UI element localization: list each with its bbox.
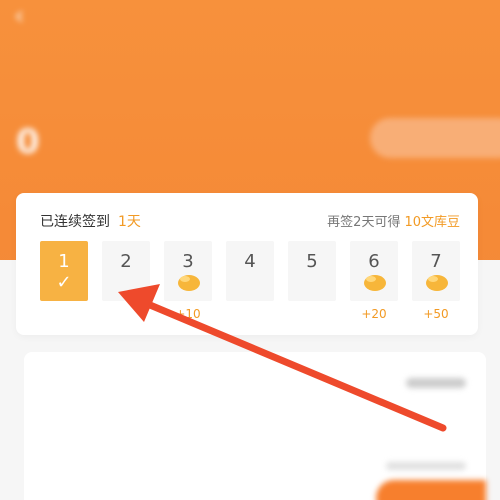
task-progress xyxy=(386,462,466,470)
hint-prefix: 再签2天可得 xyxy=(327,215,401,230)
day-2[interactable]: 2 xyxy=(102,241,150,301)
day-5[interactable]: 5 xyxy=(288,241,336,301)
day-number: 1 xyxy=(58,251,70,272)
reward-hint: 再签2天可得 10文库豆 xyxy=(327,211,460,230)
checkin-card: 已连续签到 1天 再签2天可得10文库豆 1 ✓ 2 3 +10 4 5 6 xyxy=(16,193,478,335)
checkin-days: 1 ✓ 2 3 +10 4 5 6 +20 7 +50 xyxy=(40,241,464,331)
bean-icon xyxy=(426,275,448,291)
day-3-bonus: +10 xyxy=(175,307,201,321)
day-number: 4 xyxy=(244,251,256,272)
bean-icon xyxy=(178,275,200,291)
bean-icon xyxy=(364,275,386,291)
task-action-button[interactable] xyxy=(376,480,486,500)
hint-reward: 10文库豆 xyxy=(404,215,460,230)
day-3[interactable]: 3 xyxy=(164,241,212,301)
task-card xyxy=(24,352,486,500)
check-icon: ✓ xyxy=(56,272,72,293)
chevron-left-icon[interactable]: ‹ xyxy=(14,3,42,32)
day-7-bonus: +50 xyxy=(423,307,449,321)
task-more-link[interactable] xyxy=(406,378,466,388)
day-number: 7 xyxy=(430,251,442,272)
streak-days: 1天 xyxy=(118,214,141,230)
day-6[interactable]: 6 xyxy=(350,241,398,301)
streak-text: 已连续签到 1天 xyxy=(40,211,141,231)
day-number: 2 xyxy=(120,251,132,272)
page-title xyxy=(205,6,295,28)
redeem-button[interactable] xyxy=(370,118,500,158)
day-number: 3 xyxy=(182,251,194,272)
day-number: 6 xyxy=(368,251,380,272)
day-7[interactable]: 7 xyxy=(412,241,460,301)
day-number: 5 xyxy=(306,251,318,272)
streak-label: 已连续签到 xyxy=(40,214,110,230)
day-1[interactable]: 1 ✓ xyxy=(40,241,88,301)
points-value: 0 xyxy=(16,122,40,162)
day-6-bonus: +20 xyxy=(361,307,387,321)
day-4[interactable]: 4 xyxy=(226,241,274,301)
